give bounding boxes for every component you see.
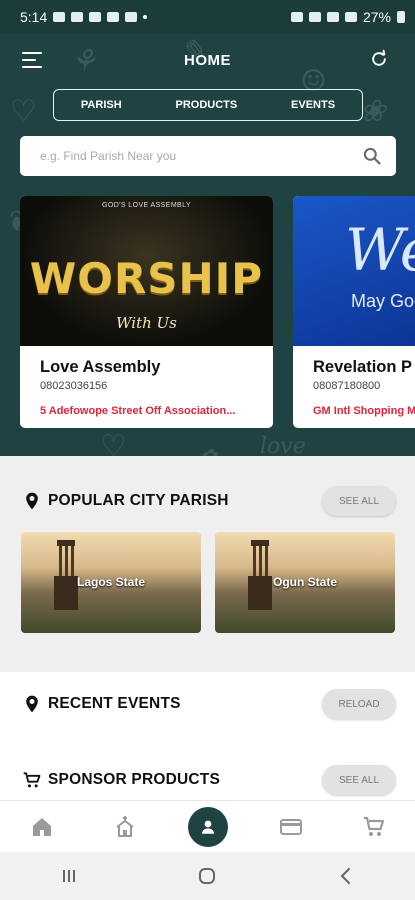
alarm-icon [290, 12, 303, 22]
see-all-button[interactable]: SEE ALL [322, 765, 396, 795]
signal-icon [326, 12, 339, 22]
tab-parish[interactable]: PARISH [81, 99, 122, 111]
featured-parish-carousel[interactable]: GOD'S LOVE ASSEMBLY WORSHIP With Us Love… [20, 196, 415, 428]
bottom-navigation [0, 800, 415, 852]
city-card[interactable]: Ogun State [215, 532, 395, 633]
battery-icon [397, 11, 405, 23]
search-icon[interactable] [362, 146, 382, 166]
tab-events[interactable]: EVENTS [291, 99, 335, 111]
city-label: Ogun State [272, 575, 337, 589]
status-time: 5:14 [20, 9, 48, 25]
parish-phone: 08023036156 [40, 380, 108, 392]
church-icon [115, 815, 134, 837]
more-notifications-icon [143, 15, 148, 19]
nav-payments[interactable] [271, 807, 311, 847]
image-subtext: May God [351, 291, 415, 311]
image-headline: Wel [345, 216, 415, 284]
page-title: HOME [184, 52, 231, 69]
parish-image: Wel May God [293, 196, 415, 346]
system-navigation-bar [0, 852, 415, 900]
nav-parish[interactable] [105, 807, 145, 847]
back-icon[interactable] [336, 866, 356, 886]
nav-home[interactable] [22, 807, 62, 847]
profile-icon [201, 820, 214, 834]
image-subtext: With Us [116, 314, 177, 332]
monument-image [248, 540, 272, 610]
section-title: RECENT EVENTS [48, 695, 181, 712]
section-title: SPONSOR PRODUCTS [48, 771, 220, 788]
parish-address: 5 Adefowope Street Off Association... [40, 405, 236, 417]
parish-phone: 08087180800 [313, 380, 381, 392]
category-tabs: PARISH PRODUCTS EVENTS [53, 89, 363, 121]
parish-image: GOD'S LOVE ASSEMBLY WORSHIP With Us [20, 196, 273, 346]
parish-card[interactable]: Wel May God Revelation P 08087180800 GM … [293, 196, 415, 428]
refresh-icon[interactable] [369, 49, 389, 69]
section-title: POPULAR CITY PARISH [48, 492, 229, 509]
city-card[interactable]: Lagos State [21, 532, 201, 633]
battery-level: 27% [362, 9, 391, 25]
recent-apps-icon[interactable] [59, 866, 79, 886]
search-input[interactable] [40, 149, 362, 163]
location-pin-icon [26, 695, 38, 713]
search-bar [20, 136, 396, 176]
sponsor-products-header: SPONSOR PRODUCTS SEE ALL [22, 765, 396, 795]
tab-products[interactable]: PRODUCTS [175, 99, 237, 111]
youtube-icon [107, 12, 120, 22]
hotspot-icon [308, 12, 321, 22]
youtube-icon [125, 12, 138, 22]
nav-cart[interactable] [354, 807, 394, 847]
card-icon [279, 818, 302, 835]
popular-city-header: POPULAR CITY PARISH SEE ALL [22, 486, 396, 516]
hero-section: ♡ ⚘ ✎ ☺ ❀ ❦ love ♡ ✿ HOME PARISH PRODUCT… [0, 34, 415, 456]
signal-icon [344, 12, 357, 22]
top-bar: HOME [0, 44, 415, 80]
cart-icon [363, 816, 384, 836]
home-button-icon[interactable] [197, 866, 217, 886]
status-bar: 5:14 27% [0, 0, 415, 34]
reload-button[interactable]: RELOAD [322, 689, 396, 719]
parish-name: Revelation P [313, 358, 413, 376]
parish-name: Love Assembly [40, 358, 161, 376]
monument-image [54, 540, 78, 610]
cart-icon [23, 772, 41, 788]
home-icon [32, 817, 51, 836]
location-pin-icon [26, 492, 38, 510]
notification-icon [89, 12, 102, 22]
parish-address: GM Intl Shopping M [313, 405, 415, 417]
recent-events-header: RECENT EVENTS RELOAD [22, 689, 396, 719]
parish-card[interactable]: GOD'S LOVE ASSEMBLY WORSHIP With Us Love… [20, 196, 273, 428]
image-headline: WORSHIP [29, 254, 264, 303]
image-caption: GOD'S LOVE ASSEMBLY [102, 202, 191, 209]
city-label: Lagos State [76, 575, 145, 589]
notification-icon [53, 12, 66, 22]
see-all-button[interactable]: SEE ALL [322, 486, 396, 516]
nav-profile[interactable] [187, 806, 228, 847]
notification-icon [71, 12, 84, 22]
